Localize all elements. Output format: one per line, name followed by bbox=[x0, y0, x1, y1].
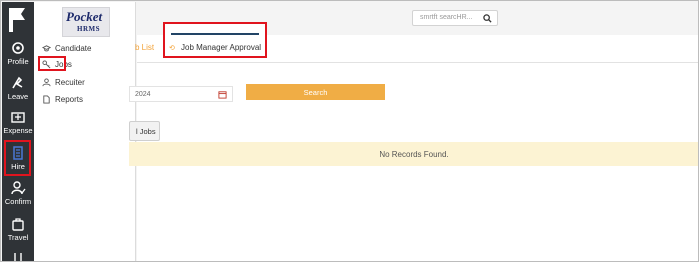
more-icon bbox=[14, 253, 22, 261]
expense-icon bbox=[11, 112, 25, 123]
rail-item-travel[interactable]: Travel bbox=[2, 216, 34, 242]
rail-item-label: Leave bbox=[7, 92, 29, 101]
jobs-highlight-box bbox=[38, 56, 66, 71]
submenu: Pocket HRMS Candidate Jobs Recuiter Repo… bbox=[34, 2, 136, 261]
rail-item-expense[interactable]: Expense bbox=[2, 109, 34, 135]
rail-item-label: Profile bbox=[7, 57, 29, 66]
submenu-item-label: Candidate bbox=[55, 44, 92, 53]
rail-item-label: Travel bbox=[7, 233, 29, 242]
rail-item-leave[interactable]: Leave bbox=[2, 75, 34, 101]
content-panel: b List ⟲ Job Manager Approval 2024 Searc… bbox=[129, 22, 698, 261]
brand-line2: HRMS bbox=[77, 25, 100, 33]
rail-item-profile[interactable]: Profile bbox=[2, 40, 34, 66]
search-icon[interactable] bbox=[483, 14, 492, 23]
add-jobs-button[interactable]: l Jobs bbox=[129, 121, 160, 141]
brand-line1: Pocket bbox=[66, 9, 103, 24]
icon-rail: Profile Leave Expense Hire Confirm Trave… bbox=[2, 2, 34, 261]
pocket-hrms-logo: Pocket HRMS bbox=[62, 7, 110, 37]
rail-item-confirm[interactable]: Confirm bbox=[2, 180, 34, 206]
tab-label: Job Manager Approval bbox=[181, 43, 262, 52]
no-records-message: No Records Found. bbox=[129, 142, 698, 166]
tab-job-manager-approval[interactable]: ⟲ Job Manager Approval bbox=[163, 22, 267, 58]
calendar-icon[interactable] bbox=[218, 90, 227, 99]
rail-item-label: Confirm bbox=[4, 197, 32, 206]
submenu-item-reports[interactable]: Reports bbox=[42, 95, 83, 104]
submenu-item-label: Reports bbox=[55, 95, 84, 104]
submenu-item-recuiter[interactable]: Recuiter bbox=[42, 78, 85, 87]
submenu-item-candidate[interactable]: Candidate bbox=[42, 44, 91, 53]
hire-highlight-box bbox=[4, 140, 31, 176]
gear-icon bbox=[12, 42, 24, 54]
tabs-divider bbox=[137, 62, 698, 63]
global-search-input[interactable]: smrtft searcHR... bbox=[412, 10, 498, 26]
leave-icon bbox=[12, 76, 23, 89]
travel-icon bbox=[12, 218, 24, 231]
search-placeholder: smrtft searcHR... bbox=[420, 14, 473, 21]
submenu-item-label: Recuiter bbox=[55, 78, 85, 87]
active-tab-indicator bbox=[171, 33, 259, 35]
main-area: smrtft searcHR... b List ⟲ Job Manager A… bbox=[129, 2, 698, 261]
confirm-icon bbox=[11, 181, 26, 195]
flag-logo-icon bbox=[9, 8, 25, 32]
date-input[interactable]: 2024 bbox=[129, 86, 233, 102]
tab-job-list[interactable]: b List bbox=[135, 43, 154, 52]
date-value: 2024 bbox=[135, 91, 151, 98]
app-window: Profile Leave Expense Hire Confirm Trave… bbox=[0, 0, 699, 262]
search-button[interactable]: Search bbox=[246, 84, 385, 100]
tab-icon: ⟲ bbox=[169, 45, 175, 52]
rail-item-more[interactable] bbox=[2, 251, 34, 261]
document-icon bbox=[43, 95, 50, 104]
user-icon bbox=[42, 78, 51, 87]
graduation-cap-icon bbox=[42, 45, 51, 52]
rail-item-label: Expense bbox=[3, 126, 33, 135]
